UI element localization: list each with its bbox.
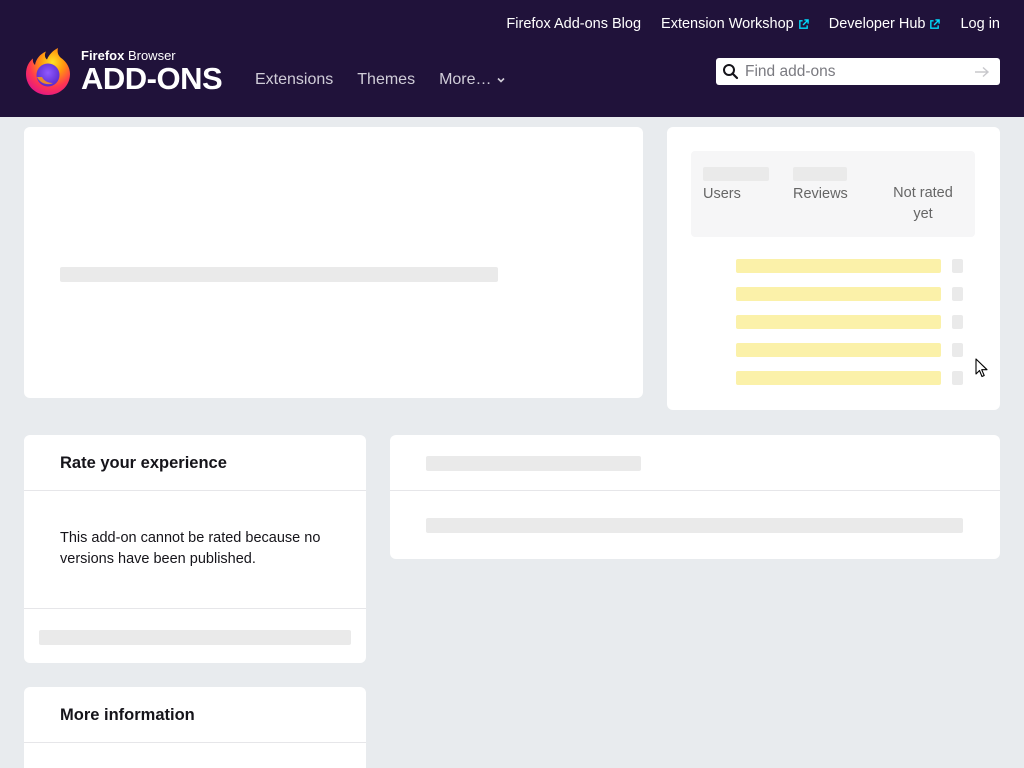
reviews-count-placeholder [793,167,847,181]
external-link-icon [930,18,941,29]
card-divider [390,490,1000,491]
logo-addons: ADD-ONS [81,60,223,96]
rating-bar-4 [736,287,941,301]
search-box [716,58,1000,85]
arrow-right-icon[interactable] [974,66,990,78]
addons-logo[interactable]: Firefox Browser ADD-ONS [24,46,223,96]
addons-blog-link[interactable]: Firefox Add-ons Blog [506,16,641,32]
rating-count-1 [952,371,963,385]
rate-experience-message: This add-on cannot be rated because no v… [60,530,321,567]
nav-more-label: More… [439,71,492,88]
logo-firefox-browser: Firefox Browser [81,49,222,62]
more-information-title: More information [60,706,195,724]
search-input[interactable] [745,62,970,81]
main-nav: Extensions Themes More… [255,71,506,89]
details-title-placeholder [426,456,641,471]
addons-blog-label: Firefox Add-ons Blog [506,16,642,32]
rating-bar-5 [736,259,941,273]
users-count-placeholder [703,167,769,181]
addon-stats-card: Users Reviews Not rated yet [667,127,1000,410]
details-line-placeholder [426,518,963,533]
firefox-logo-icon [26,48,70,95]
logo-text: Firefox Browser ADD-ONS [81,49,223,96]
site-header: Firefox Add-ons Blog Extension Workshop … [0,0,1024,117]
card-divider [24,608,366,609]
rating-count-3 [952,315,963,329]
rating-bar-1 [736,371,941,385]
addon-summary-placeholder [60,267,498,282]
users-label: Users [703,186,741,202]
top-links: Firefox Add-ons Blog Extension Workshop … [506,16,1000,32]
developer-hub-label: Developer Hub [828,16,926,32]
more-information-card: More information [24,687,366,768]
rating-bar-2 [736,343,941,357]
stats-box: Users Reviews Not rated yet [691,151,975,237]
report-link-placeholder [39,630,351,645]
rating-label: Not rated yet [893,185,953,222]
card-divider [24,742,366,743]
rating-bar-3 [736,315,941,329]
log-in-label: Log in [960,16,1000,32]
log-in-link[interactable]: Log in [960,16,1000,32]
addon-details-card [390,435,1000,559]
card-divider [24,490,366,491]
rating-count-2 [952,343,963,357]
mouse-cursor-icon [975,358,988,378]
chevron-down-icon [496,77,505,83]
external-link-icon [798,18,809,29]
developer-hub-link[interactable]: Developer Hub [829,16,941,32]
nav-extensions[interactable]: Extensions [255,71,333,89]
addon-info-card [24,127,643,398]
rate-experience-title: Rate your experience [60,454,227,472]
reviews-label: Reviews [793,186,848,202]
nav-themes[interactable]: Themes [357,71,415,89]
extension-workshop-link[interactable]: Extension Workshop [661,16,809,32]
search-icon [723,64,739,80]
rating-count-5 [952,259,963,273]
rating-count-4 [952,287,963,301]
rate-experience-card: Rate your experience This add-on cannot … [24,435,366,663]
extension-workshop-label: Extension Workshop [661,16,794,32]
nav-more[interactable]: More… [439,71,505,89]
